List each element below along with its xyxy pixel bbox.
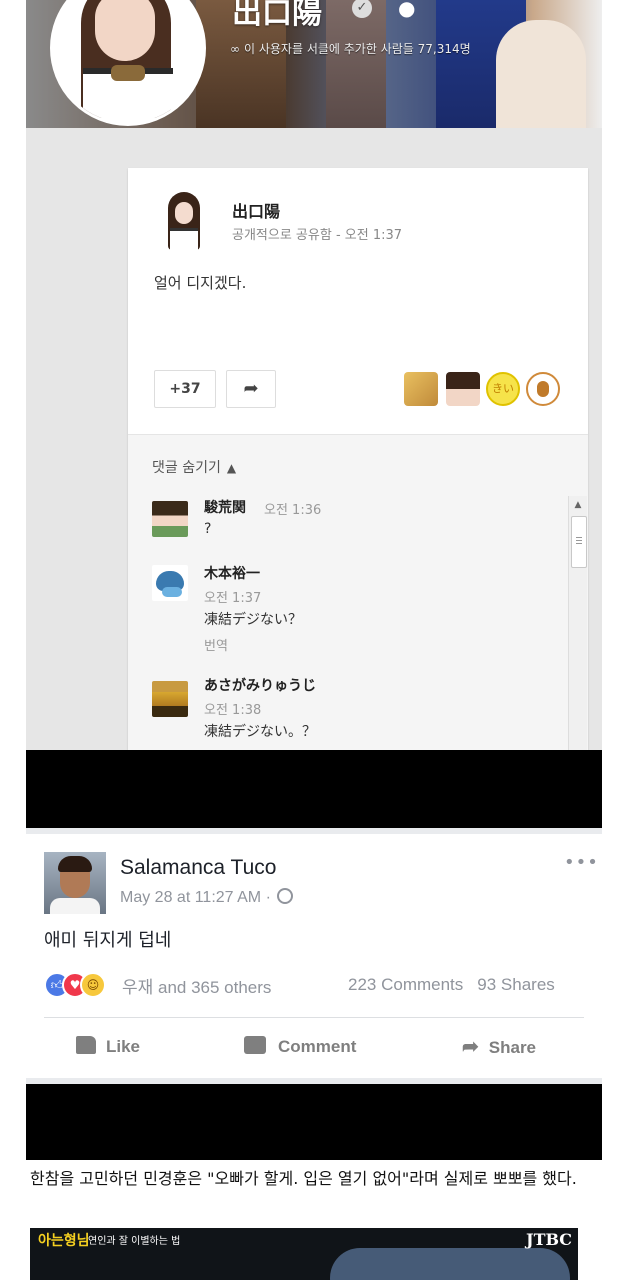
reactor-avatar[interactable]: きいど — [486, 372, 520, 406]
channel-logo: JTBC — [526, 1230, 573, 1249]
shares-count-link[interactable]: 93 Shares — [477, 975, 555, 994]
share-button[interactable]: ➦ Share — [462, 1032, 536, 1062]
reactor-avatar[interactable] — [404, 372, 438, 406]
reactor-avatar[interactable] — [446, 372, 480, 406]
comment-avatar[interactable] — [152, 565, 188, 601]
translate-link[interactable]: 번역 — [204, 635, 228, 654]
share-arrow-icon: ➦ — [462, 1036, 479, 1058]
comment-avatar[interactable] — [152, 501, 188, 537]
engagement-counts: 223 Comments 93 Shares — [348, 975, 555, 995]
black-separator — [26, 1084, 602, 1160]
thumbs-up-icon — [76, 1036, 96, 1054]
comments-scrollbar[interactable]: ▲ — [568, 496, 587, 750]
share-label: Share — [488, 1038, 537, 1057]
post-author-name[interactable]: 出口陽 — [232, 198, 280, 222]
comment-author[interactable]: あさがみりゅうじ — [204, 675, 316, 695]
fb-author-name[interactable]: Salamanca Tuco — [120, 856, 276, 880]
comment-button[interactable]: Comment — [244, 1032, 356, 1062]
comment-text: 凍結デジない。？ — [204, 724, 316, 740]
globe-icon — [277, 888, 294, 904]
plus-one-button[interactable]: +37 — [154, 370, 216, 408]
like-label: Like — [106, 1037, 141, 1056]
reaction-summary[interactable]: 우재 and 365 others — [122, 973, 271, 998]
facebook-post: Salamanca Tuco May 28 at 11:27 AM · ••• … — [26, 834, 602, 1078]
video-still: 아는형님 연인과 잘 이별하는 법 JTBC — [30, 1228, 578, 1280]
haha-reaction-icon: ☺ — [80, 972, 106, 998]
black-separator — [26, 750, 602, 828]
fb-author-avatar[interactable] — [44, 852, 106, 914]
post-author-avatar[interactable] — [162, 192, 206, 250]
share-arrow-button[interactable]: ➦ — [226, 370, 276, 408]
comments-count-link[interactable]: 223 Comments — [348, 975, 463, 994]
speech-bubble-icon — [244, 1036, 266, 1054]
comment-avatar[interactable] — [152, 681, 188, 717]
comment-time: 오전 1:36 — [264, 503, 322, 518]
location-pin-icon: ● — [398, 0, 416, 20]
post-text: 얼어 디지겠다. — [154, 274, 247, 292]
comment-author[interactable]: 駿荒関 — [204, 497, 246, 517]
article-paragraph: 한참을 고민하던 민경훈은 "오빠가 할게. 입은 열기 없어"라며 실제로 뽀… — [30, 1169, 577, 1188]
fb-post-text: 애미 뒤지게 덥네 — [44, 930, 172, 951]
gplus-screenshot: 出口陽 ✓ ● ∞ 이 사용자를 서클에 추가한 사람들 77,314명 出口陽 … — [26, 0, 602, 750]
comment-label: Comment — [278, 1037, 357, 1056]
follower-count-line[interactable]: ∞ 이 사용자를 서클에 추가한 사람들 77,314명 — [230, 40, 471, 57]
comment-time: 오전 1:37 — [204, 591, 262, 606]
scroll-thumb[interactable] — [571, 516, 587, 568]
share-arrow-icon: ➦ — [243, 378, 259, 399]
link-icon: ∞ — [230, 42, 240, 56]
comment-text: 凍結デジない？ — [204, 612, 302, 628]
follower-count-text: 이 사용자를 서클에 추가한 사람들 77,314명 — [244, 42, 471, 56]
more-options-icon[interactable]: ••• — [564, 852, 599, 873]
hide-comments-toggle[interactable]: 댓글 숨기기 ▲ — [152, 457, 236, 477]
profile-name: 出口陽 — [232, 0, 322, 31]
divider — [44, 1017, 584, 1018]
post-meta: 공개적으로 공유함 - 오전 1:37 — [232, 228, 403, 243]
comments-section: 댓글 숨기기 ▲ 駿荒関 오전 1:36 ? 木本裕一 오전 1:37 凍結デジな… — [128, 435, 588, 750]
video-caption: 연인과 잘 이별하는 법 — [88, 1236, 181, 1247]
comment-time: 오전 1:38 — [204, 703, 262, 718]
hide-comments-label: 댓글 숨기기 — [152, 460, 221, 476]
fb-post-time[interactable]: May 28 at 11:27 AM · — [120, 888, 294, 907]
fb-time-text: May 28 at 11:27 AM · — [120, 889, 271, 906]
scroll-up-arrow-icon[interactable]: ▲ — [569, 500, 587, 510]
comment-text: ? — [204, 521, 212, 537]
show-logo: 아는형님 — [38, 1233, 90, 1249]
chevron-up-icon: ▲ — [226, 461, 237, 475]
reactor-avatar[interactable] — [526, 372, 560, 406]
post-card: 出口陽 공개적으로 공유함 - 오전 1:37 얼어 디지겠다. +37 ➦ き… — [128, 168, 588, 750]
like-button[interactable]: Like — [76, 1032, 140, 1062]
comment-author[interactable]: 木本裕一 — [204, 563, 260, 583]
